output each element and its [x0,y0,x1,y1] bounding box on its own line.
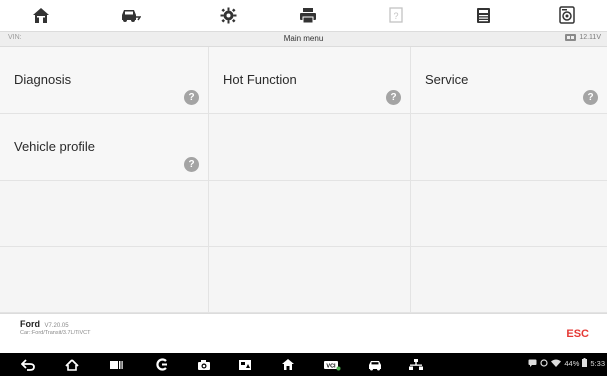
menu-item-diagnosis[interactable]: Diagnosis ? [0,47,209,114]
empty-cell [411,247,607,313]
menu-item-label: Diagnosis [14,72,72,87]
empty-cell [209,181,411,247]
menu-item-label: Hot Function [223,72,297,87]
vehicle-make: Ford [20,319,40,329]
recents-icon[interactable] [107,357,125,372]
main-menu-grid: Diagnosis ? Hot Function ? Service ? Veh… [0,47,607,313]
help-icon[interactable]: ? [184,157,199,172]
print-icon[interactable] [296,4,320,26]
message-icon [528,359,537,369]
software-version: V7.20.05 [44,323,69,329]
menu-item-hot-function[interactable]: Hot Function ? [209,47,411,114]
help-icon[interactable]: ? [386,90,401,105]
system-tray: 44% 5:33 [528,358,605,369]
sync-icon [540,358,548,369]
svg-text:?: ? [393,11,398,21]
vehicle-swap-icon[interactable] [118,4,142,26]
android-nav-bar: VCI 44% 5:33 [0,353,607,376]
empty-cell [411,181,607,247]
empty-cell [0,181,209,247]
back-icon[interactable] [19,357,37,372]
vci-icon[interactable]: VCI [323,357,341,372]
browser-icon[interactable] [153,357,171,372]
menu-item-service[interactable]: Service ? [411,47,607,114]
empty-cell [209,114,411,181]
help-icon[interactable]: ? [184,90,199,105]
screenshot-icon[interactable] [236,357,254,372]
clock-time: 5:33 [590,359,605,368]
svg-text:VCI: VCI [326,363,336,369]
empty-cell [411,114,607,181]
battery-percent: 44% [564,359,580,368]
status-bar: VIN: Main menu 12.11V [0,31,607,47]
settings-gear-icon[interactable] [216,4,240,26]
car-battery-icon [565,34,577,41]
menu-item-label: Service [425,72,469,87]
empty-cell [209,247,411,313]
network-icon[interactable] [407,357,425,372]
empty-cell [0,247,209,313]
menu-item-vehicle-profile[interactable]: Vehicle profile ? [0,114,209,181]
vehicle-path: Car::Ford/Transit/3.7L/TiVCT [20,330,91,336]
battery-voltage: 12.11V [565,34,601,41]
battery-icon [582,358,588,369]
page-title: Main menu [283,34,324,43]
voltage-value: 12.11V [579,34,601,41]
wifi-icon [551,359,562,369]
camera-icon[interactable] [195,357,213,372]
home2-icon[interactable] [279,357,297,372]
help-icon[interactable]: ? [384,4,408,26]
vehicle-brand: Ford V7.20.05 [20,319,69,329]
home-icon[interactable] [29,4,53,26]
footer-bar: Ford V7.20.05 Car::Ford/Transit/3.7L/TiV… [0,313,607,353]
data-logging-icon[interactable] [555,4,579,26]
home-icon[interactable] [63,357,81,372]
esc-button[interactable]: ESC [566,328,589,340]
top-toolbar: ? [0,0,607,31]
menu-item-label: Vehicle profile [14,139,95,154]
vehicle-icon[interactable] [366,357,384,372]
help-icon[interactable]: ? [583,90,598,105]
save-icon[interactable] [471,4,495,26]
